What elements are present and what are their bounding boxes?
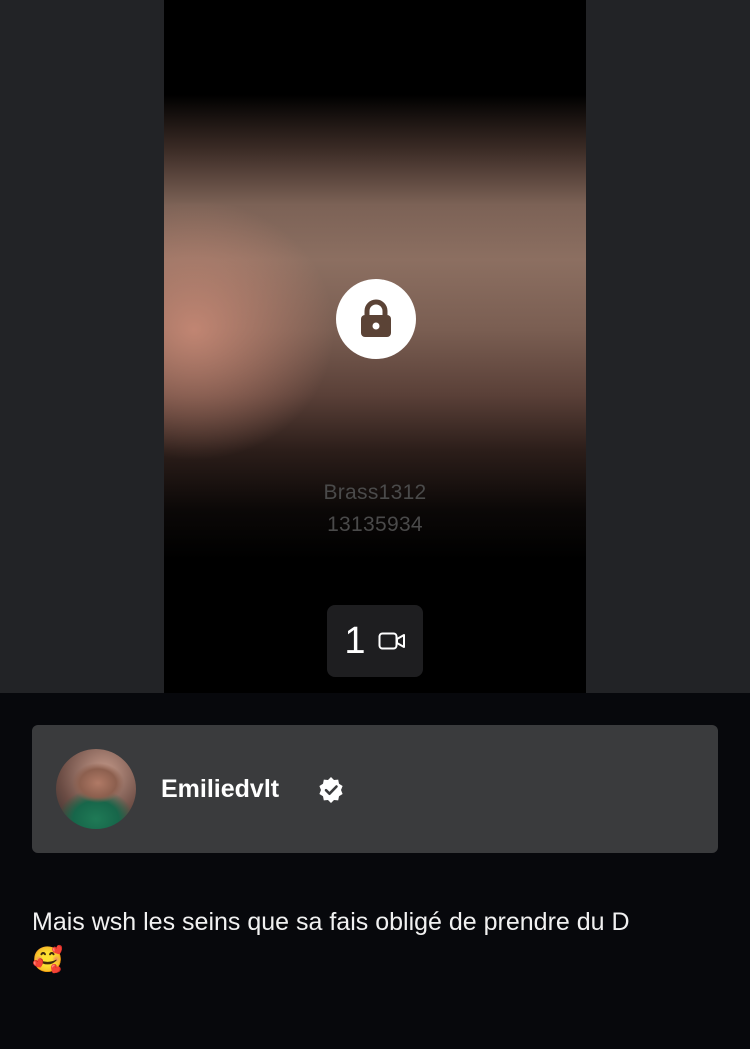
video-count-badge: 1 bbox=[327, 605, 423, 677]
watermark-id: 13135934 bbox=[327, 513, 423, 536]
media-area: Brass1312 13135934 1 bbox=[0, 0, 750, 693]
locked-media-preview[interactable]: Brass1312 13135934 1 bbox=[164, 0, 586, 693]
creator-card[interactable]: Emiliedvlt bbox=[32, 725, 718, 853]
watermark-username: Brass1312 bbox=[323, 481, 427, 504]
verified-badge-icon bbox=[319, 777, 343, 803]
video-count: 1 bbox=[344, 620, 366, 662]
video-camera-icon bbox=[378, 632, 405, 650]
caption-text: Mais wsh les seins que sa fais obligé de… bbox=[32, 908, 630, 936]
avatar[interactable] bbox=[56, 749, 136, 829]
creator-username[interactable]: Emiliedvlt bbox=[161, 774, 279, 804]
lock-icon bbox=[361, 299, 391, 337]
unlock-button[interactable] bbox=[336, 279, 416, 359]
caption-emoji: 🥰 bbox=[32, 946, 64, 974]
post-caption: Mais wsh les seins que sa fais obligé de… bbox=[32, 903, 722, 979]
